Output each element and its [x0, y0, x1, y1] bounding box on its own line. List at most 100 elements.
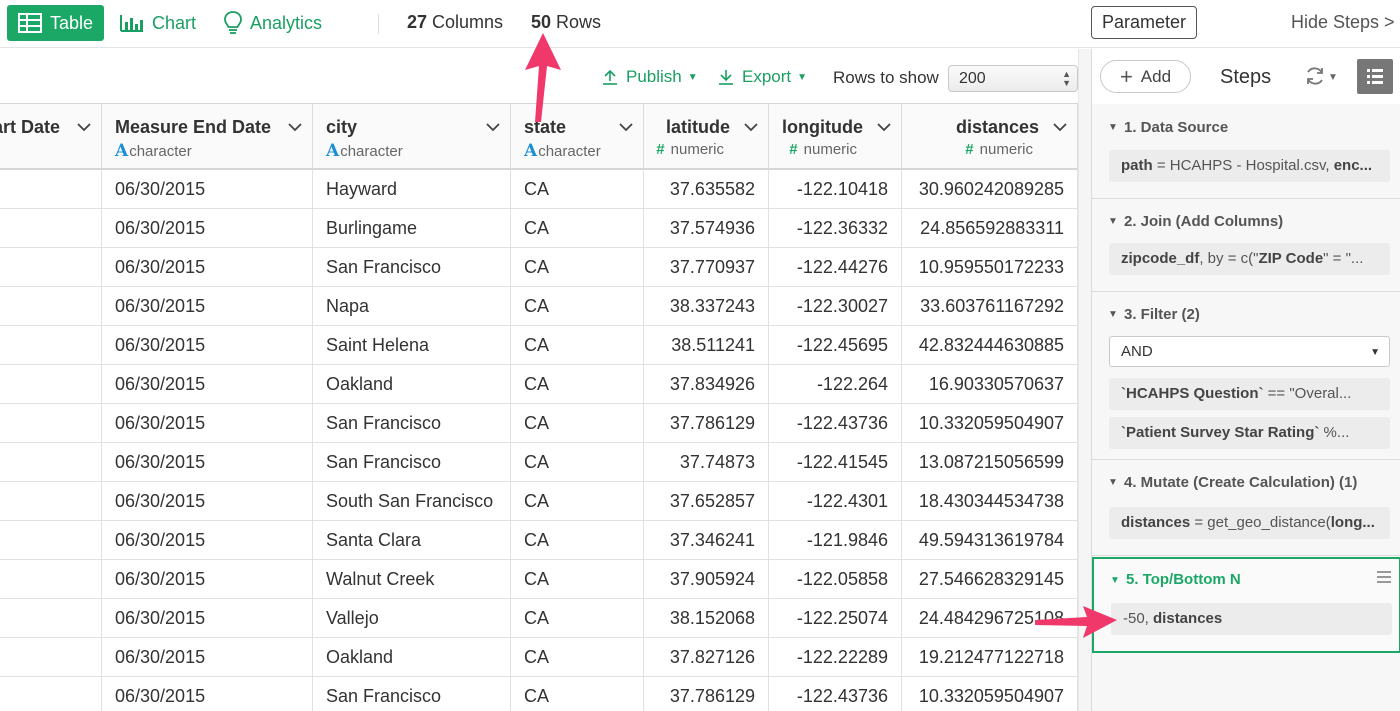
- table-cell[interactable]: South San Francisco: [313, 482, 511, 521]
- table-cell[interactable]: [0, 638, 102, 677]
- table-cell[interactable]: 18.430344534738: [902, 482, 1078, 521]
- step-data-source[interactable]: ▼ 1. Data Source path = HCAHPS - Hospita…: [1092, 105, 1400, 199]
- table-cell[interactable]: CA: [511, 638, 644, 677]
- table-cell[interactable]: [0, 521, 102, 560]
- step-summary[interactable]: zipcode_df, by = c("ZIP Code" = "...: [1109, 243, 1390, 275]
- table-cell[interactable]: Walnut Creek: [313, 560, 511, 599]
- table-cell[interactable]: CA: [511, 170, 644, 209]
- table-cell[interactable]: 42.832444630885: [902, 326, 1078, 365]
- table-cell[interactable]: 06/30/2015: [102, 365, 313, 404]
- table-cell[interactable]: 24.856592883311: [902, 209, 1078, 248]
- step-top-bottom-n[interactable]: ▼ 5. Top/Bottom N -50, distances: [1092, 557, 1400, 653]
- table-cell[interactable]: 06/30/2015: [102, 326, 313, 365]
- table-cell[interactable]: 37.905924: [644, 560, 769, 599]
- step-summary[interactable]: -50, distances: [1111, 603, 1392, 635]
- table-cell[interactable]: Hayward: [313, 170, 511, 209]
- table-cell[interactable]: 37.74873: [644, 443, 769, 482]
- table-cell[interactable]: -122.41545: [769, 443, 902, 482]
- table-cell[interactable]: 10.332059504907: [902, 677, 1078, 711]
- table-cell[interactable]: CA: [511, 287, 644, 326]
- table-cell[interactable]: [0, 209, 102, 248]
- table-cell[interactable]: CA: [511, 521, 644, 560]
- table-cell[interactable]: CA: [511, 599, 644, 638]
- table-cell[interactable]: Napa: [313, 287, 511, 326]
- table-cell[interactable]: 33.603761167292: [902, 287, 1078, 326]
- table-cell[interactable]: [0, 365, 102, 404]
- table-cell[interactable]: 06/30/2015: [102, 443, 313, 482]
- table-view-button[interactable]: Table: [7, 5, 104, 41]
- caret-down-icon[interactable]: ▼: [1108, 477, 1118, 488]
- table-cell[interactable]: 38.511241: [644, 326, 769, 365]
- table-cell[interactable]: 06/30/2015: [102, 287, 313, 326]
- table-cell[interactable]: 27.546628329145: [902, 560, 1078, 599]
- table-cell[interactable]: -122.43736: [769, 404, 902, 443]
- analytics-view-button[interactable]: Analytics: [224, 5, 322, 41]
- table-cell[interactable]: 24.484296725108: [902, 599, 1078, 638]
- caret-down-icon[interactable]: ▼: [1108, 309, 1118, 320]
- column-header[interactable]: art Date: [0, 104, 102, 170]
- table-cell[interactable]: 38.152068: [644, 599, 769, 638]
- table-cell[interactable]: 49.594313619784: [902, 521, 1078, 560]
- table-cell[interactable]: 13.087215056599: [902, 443, 1078, 482]
- table-cell[interactable]: 37.827126: [644, 638, 769, 677]
- step-mutate[interactable]: ▼ 4. Mutate (Create Calculation) (1) dis…: [1092, 460, 1400, 556]
- chevron-down-icon[interactable]: [486, 120, 500, 134]
- table-cell[interactable]: Vallejo: [313, 599, 511, 638]
- table-cell[interactable]: CA: [511, 248, 644, 287]
- filter-condition[interactable]: `Patient Survey Star Rating` %...: [1109, 417, 1390, 449]
- hide-steps-link[interactable]: Hide Steps >: [1291, 12, 1395, 33]
- table-cell[interactable]: [0, 443, 102, 482]
- table-cell[interactable]: -122.30027: [769, 287, 902, 326]
- table-cell[interactable]: [0, 287, 102, 326]
- table-cell[interactable]: 06/30/2015: [102, 521, 313, 560]
- table-cell[interactable]: 06/30/2015: [102, 482, 313, 521]
- table-cell[interactable]: Oakland: [313, 638, 511, 677]
- filter-condition[interactable]: `HCAHPS Question` == "Overal...: [1109, 378, 1390, 410]
- table-cell[interactable]: 16.90330570637: [902, 365, 1078, 404]
- table-scrollbar[interactable]: [1078, 49, 1091, 711]
- step-filter[interactable]: ▼ 3. Filter (2) AND ▼ `HCAHPS Question` …: [1092, 292, 1400, 460]
- table-cell[interactable]: CA: [511, 482, 644, 521]
- table-cell[interactable]: 37.574936: [644, 209, 769, 248]
- table-cell[interactable]: 06/30/2015: [102, 677, 313, 711]
- rows-to-show-select[interactable]: 200 ▲ ▼: [948, 65, 1078, 92]
- table-cell[interactable]: CA: [511, 209, 644, 248]
- table-cell[interactable]: [0, 482, 102, 521]
- step-join[interactable]: ▼ 2. Join (Add Columns) zipcode_df, by =…: [1092, 199, 1400, 292]
- table-cell[interactable]: 06/30/2015: [102, 404, 313, 443]
- table-cell[interactable]: -122.44276: [769, 248, 902, 287]
- chart-view-button[interactable]: Chart: [120, 5, 196, 41]
- chevron-down-icon[interactable]: [744, 120, 758, 134]
- table-cell[interactable]: Oakland: [313, 365, 511, 404]
- table-cell[interactable]: -122.4301: [769, 482, 902, 521]
- table-cell[interactable]: -122.10418: [769, 170, 902, 209]
- refresh-icon[interactable]: [1304, 65, 1326, 87]
- table-cell[interactable]: CA: [511, 404, 644, 443]
- step-summary[interactable]: distances = get_geo_distance(long...: [1109, 507, 1390, 539]
- filter-logic-select[interactable]: AND ▼: [1109, 336, 1390, 367]
- column-header[interactable]: distances # numeric: [902, 104, 1078, 170]
- table-cell[interactable]: Burlingame: [313, 209, 511, 248]
- table-cell[interactable]: -121.9846: [769, 521, 902, 560]
- table-cell[interactable]: 10.959550172233: [902, 248, 1078, 287]
- chevron-down-icon[interactable]: [619, 120, 633, 134]
- table-cell[interactable]: San Francisco: [313, 248, 511, 287]
- chevron-down-icon[interactable]: [288, 120, 302, 134]
- table-cell[interactable]: -122.36332: [769, 209, 902, 248]
- table-cell[interactable]: 06/30/2015: [102, 560, 313, 599]
- table-cell[interactable]: CA: [511, 365, 644, 404]
- table-cell[interactable]: 06/30/2015: [102, 248, 313, 287]
- table-cell[interactable]: 37.635582: [644, 170, 769, 209]
- parameter-button[interactable]: Parameter: [1091, 6, 1197, 39]
- add-step-button[interactable]: + Add: [1100, 60, 1191, 93]
- table-cell[interactable]: 19.212477122718: [902, 638, 1078, 677]
- table-cell[interactable]: CA: [511, 443, 644, 482]
- table-cell[interactable]: 37.834926: [644, 365, 769, 404]
- list-view-button[interactable]: [1357, 59, 1393, 94]
- column-header[interactable]: latitude # numeric: [644, 104, 769, 170]
- table-cell[interactable]: 30.960242089285: [902, 170, 1078, 209]
- column-header[interactable]: longitude # numeric: [769, 104, 902, 170]
- table-cell[interactable]: 37.786129: [644, 404, 769, 443]
- table-cell[interactable]: 37.770937: [644, 248, 769, 287]
- caret-down-icon[interactable]: ▼: [1328, 72, 1338, 83]
